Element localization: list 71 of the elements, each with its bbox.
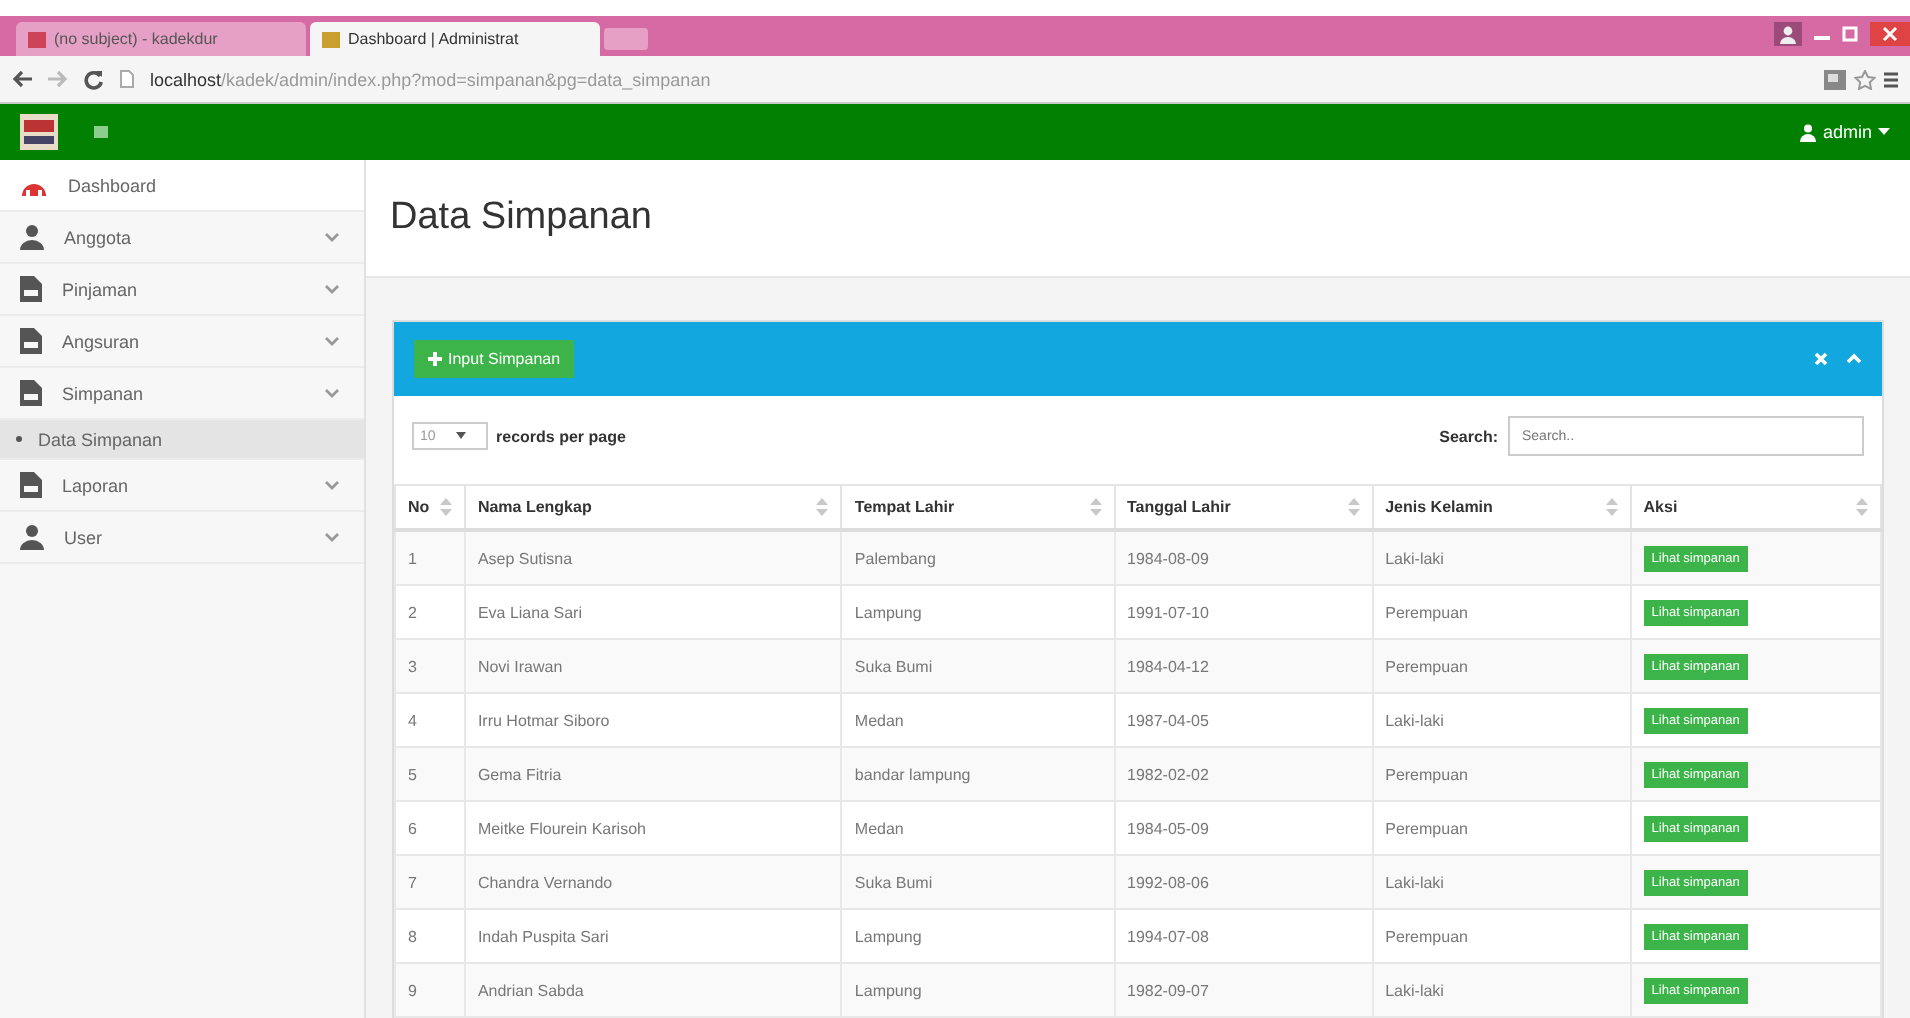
page-length-label: records per page [496, 427, 626, 445]
sidebar-item[interactable]: Anggota [0, 212, 364, 264]
page-title: Data Simpanan [390, 196, 652, 240]
sidebar-item[interactable]: User [0, 512, 364, 564]
table-cell: 7 [395, 855, 465, 909]
sidebar-item[interactable]: Dashboard [0, 160, 364, 212]
table-cell: Palembang [841, 530, 1114, 585]
back-icon[interactable] [12, 70, 32, 88]
table-cell: Laki-laki [1372, 963, 1631, 1017]
sort-icon[interactable] [439, 498, 452, 516]
page-icon [120, 70, 134, 88]
reload-icon[interactable] [84, 69, 104, 89]
close-icon[interactable] [1814, 352, 1828, 366]
file-icon [20, 472, 42, 498]
table-cell: Andrian Sabda [464, 963, 842, 1017]
sidebar-item[interactable]: Pinjaman [0, 264, 364, 316]
user-menu[interactable]: admin [1800, 122, 1890, 142]
tab-favicon-icon [28, 31, 46, 47]
file-icon [20, 380, 42, 406]
file-icon [20, 328, 42, 354]
table-cell: 9 [395, 963, 465, 1017]
sort-icon[interactable] [1089, 498, 1101, 516]
input-simpanan-button[interactable]: Input Simpanan [414, 340, 575, 378]
forward-icon[interactable] [48, 70, 68, 88]
sidebar-item[interactable]: Laporan [0, 460, 364, 512]
table-cell: 5 [395, 747, 465, 801]
browser-tab[interactable]: Dashboard | Administrat [310, 22, 600, 56]
table-cell: Laki-laki [1372, 855, 1631, 909]
restore-icon[interactable] [1842, 26, 1858, 42]
tab-favicon-icon [322, 31, 340, 47]
close-icon[interactable] [1870, 22, 1910, 46]
table-cell: 1982-02-02 [1114, 747, 1373, 801]
collapse-icon[interactable] [1846, 352, 1862, 364]
profile-icon[interactable] [1774, 22, 1802, 46]
table-cell: Lampung [841, 963, 1114, 1017]
extension-icon[interactable] [1824, 69, 1846, 89]
table-cell: bandar lampung [841, 747, 1114, 801]
bullet-icon [16, 436, 22, 442]
table-cell: 1 [395, 530, 465, 585]
caret-icon [455, 432, 466, 440]
table-cell: 1984-08-09 [1114, 530, 1373, 585]
search-label: Search: [1439, 427, 1498, 445]
browser-tab[interactable]: (no subject) - kadekdur [16, 22, 306, 56]
table-cell: 3 [395, 639, 465, 693]
sort-icon[interactable] [1856, 498, 1868, 516]
table-cell: Chandra Vernando [464, 855, 842, 909]
table-cell: Gema Fitria [464, 747, 842, 801]
address-bar[interactable]: localhost/kadek/admin/index.php?mod=simpanan&pg=data_simpanan [150, 69, 711, 89]
sort-icon[interactable] [1347, 498, 1360, 516]
table-cell: Suka Bumi [841, 639, 1114, 693]
table-cell: 1982-09-07 [1114, 963, 1373, 1017]
person-icon [1800, 123, 1817, 141]
person-icon [20, 524, 44, 550]
caret-icon [1878, 128, 1890, 136]
table-cell: 1984-04-12 [1114, 639, 1373, 693]
sidebar-item[interactable]: Data Simpanan [0, 420, 364, 460]
table-cell: Perempuan [1372, 747, 1631, 801]
table-cell: 1992-08-06 [1114, 855, 1373, 909]
file-icon [20, 276, 42, 302]
logo-icon[interactable] [20, 114, 58, 150]
table-cell: Asep Sutisna [464, 530, 842, 585]
person-icon [20, 224, 44, 250]
table-cell: Suka Bumi [841, 855, 1114, 909]
plus-icon [428, 352, 442, 366]
sort-icon[interactable] [1605, 498, 1618, 516]
table-cell: Novi Irawan [464, 639, 842, 693]
table-cell: Perempuan [1372, 639, 1631, 693]
star-icon[interactable] [1854, 69, 1876, 89]
sidebar-item[interactable]: Angsuran [0, 316, 364, 368]
table-cell: Laki-laki [1372, 530, 1631, 585]
sort-icon[interactable] [816, 498, 829, 516]
